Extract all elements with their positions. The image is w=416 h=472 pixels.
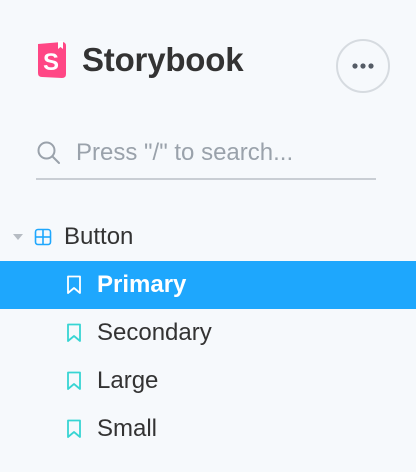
tree-item-secondary[interactable]: Secondary	[0, 309, 416, 357]
caret-down-icon[interactable]	[12, 231, 24, 243]
tree-item-small[interactable]: Small	[0, 405, 416, 453]
bookmark-icon	[67, 323, 81, 342]
ellipsis-icon	[352, 63, 374, 69]
bookmark-icon	[67, 371, 81, 390]
search-icon	[37, 141, 60, 164]
storybook-logo-icon: S	[38, 41, 66, 78]
tree-item-button[interactable]: Button	[0, 213, 416, 261]
bookmark-icon	[67, 419, 81, 438]
brand-link[interactable]: S Storybook	[36, 38, 244, 82]
tree-item-label: Secondary	[97, 319, 212, 346]
brand-name: Storybook	[82, 41, 244, 78]
search-box	[36, 130, 376, 180]
search-input[interactable]	[76, 134, 372, 172]
menu-button[interactable]	[336, 39, 390, 93]
sidebar: S Storybook Button	[0, 0, 416, 472]
tree-item-label: Small	[97, 415, 158, 442]
tree-item-primary[interactable]: Primary	[0, 261, 416, 309]
tree-item-large[interactable]: Large	[0, 357, 416, 405]
tree-item-label: Primary	[97, 271, 187, 298]
tree-item-label: Button	[64, 223, 134, 250]
svg-text:S: S	[43, 49, 59, 76]
bookmark-icon	[67, 275, 81, 294]
tree-item-label: Large	[97, 367, 159, 394]
component-grid-icon	[34, 228, 52, 246]
story-tree: Button Primary Secondary Large Small	[0, 213, 416, 453]
